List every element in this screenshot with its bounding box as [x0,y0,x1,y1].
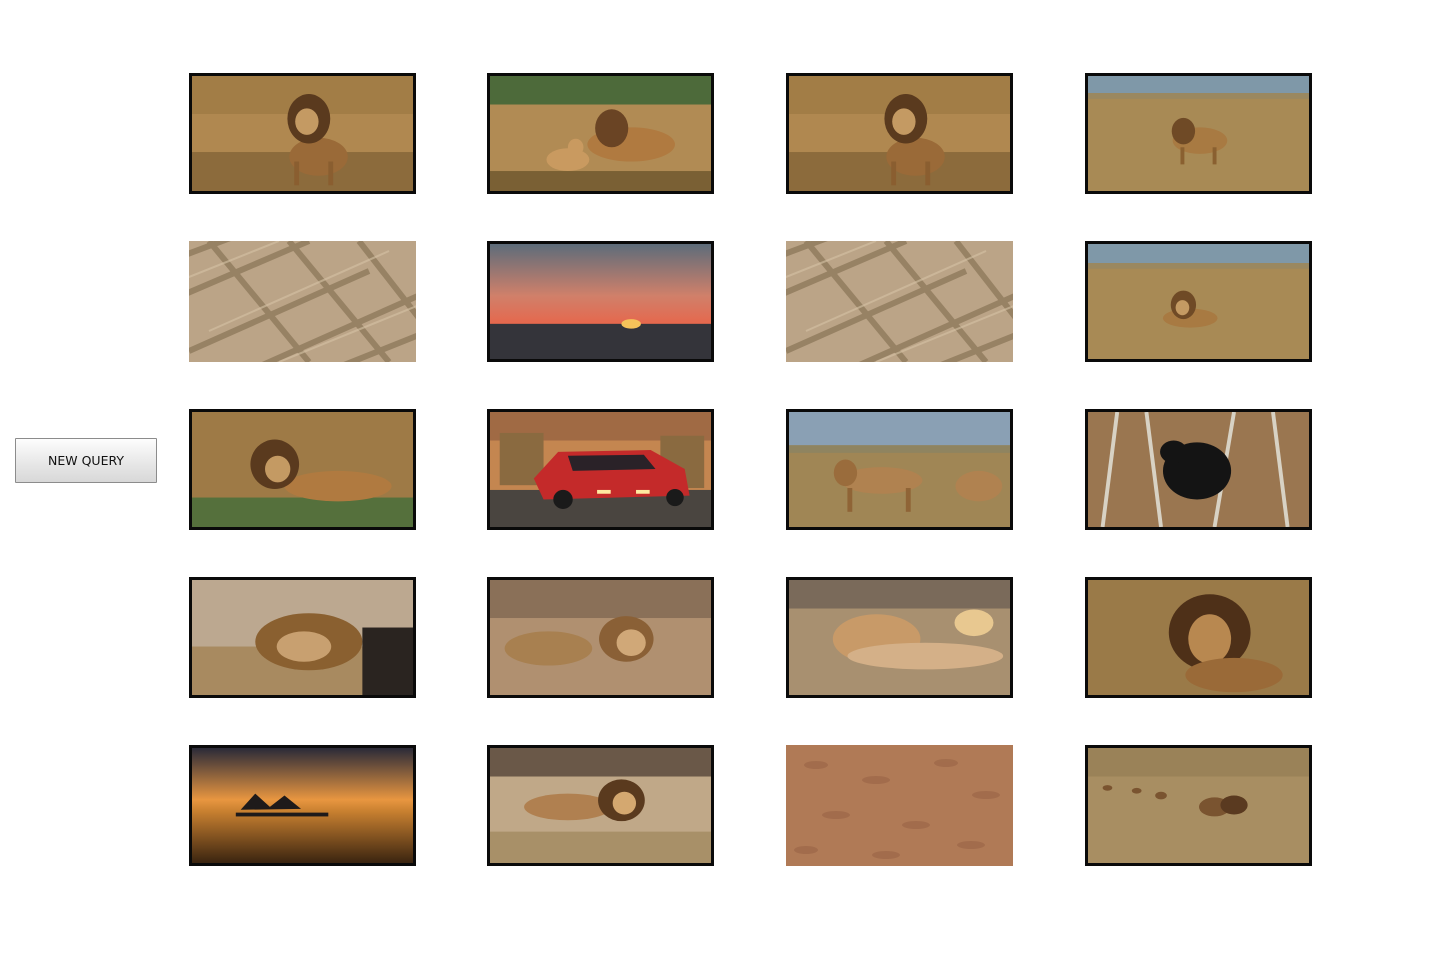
lion-image [1088,244,1309,359]
lion-image [490,76,711,191]
car-image [490,412,711,527]
result-thumbnail[interactable] [189,745,416,866]
result-thumbnail[interactable] [487,745,714,866]
bear-image [1088,412,1309,527]
result-thumbnail[interactable] [487,241,714,362]
result-thumbnail[interactable] [786,745,1013,866]
result-thumbnail[interactable] [786,241,1013,362]
result-thumbnail[interactable] [189,577,416,698]
rope-texture-image [786,241,1013,362]
lion-image [192,76,413,191]
lion-image [490,748,711,863]
result-thumbnail[interactable] [189,73,416,194]
result-thumbnail[interactable] [786,73,1013,194]
result-thumbnail[interactable] [786,409,1013,530]
result-thumbnail[interactable] [1085,241,1312,362]
retrieval-results-page: NEW QUERY [0,0,1450,973]
lion-image [490,580,711,695]
lion-image [192,580,413,695]
lion-image [1088,76,1309,191]
rope-texture-image [189,241,416,362]
lion-image [789,76,1010,191]
result-thumbnail[interactable] [1085,745,1312,866]
result-thumbnail[interactable] [1085,409,1312,530]
result-thumbnail[interactable] [786,577,1013,698]
lion-pride-image [1088,748,1309,863]
result-thumbnail[interactable] [487,409,714,530]
lion-image [1088,580,1309,695]
lion-image [789,580,1010,695]
sand-texture-image [786,745,1013,866]
result-thumbnail[interactable] [189,409,416,530]
sunset-boat-image [192,748,413,863]
new-query-button[interactable]: NEW QUERY [15,438,157,483]
lion-image [192,412,413,527]
result-thumbnail[interactable] [1085,73,1312,194]
result-thumbnail[interactable] [189,241,416,362]
result-thumbnail[interactable] [487,73,714,194]
lion-image [789,412,1010,527]
result-thumbnail[interactable] [1085,577,1312,698]
result-thumbnail[interactable] [487,577,714,698]
sunset-image [490,244,711,359]
